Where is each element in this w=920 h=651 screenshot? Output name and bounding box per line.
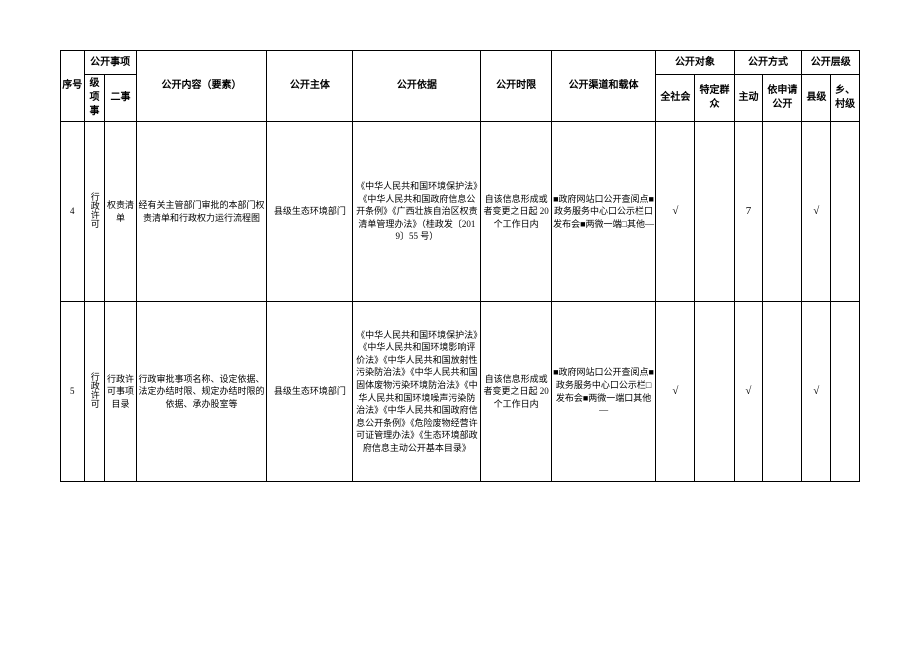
cell-content: 经有关主管部门审批的本部门权责清单和行政权力运行流程图 — [136, 122, 267, 302]
cell-subject: 县级生态环境部门 — [267, 302, 353, 482]
cell-seq: 5 — [61, 302, 85, 482]
cell-l2: 行政许可事项目录 — [105, 302, 136, 482]
cell-subject: 县级生态环境部门 — [267, 122, 353, 302]
header-lv-county: 县级 — [802, 75, 831, 122]
cell-channel: ■政府网站口公开查阅点■政务服务中心口公示栏口发布会■两微一端□其他— — [551, 122, 655, 302]
cell-seq: 4 — [61, 122, 85, 302]
header-m-apply: 依申请公开 — [763, 75, 802, 122]
header-aud-spec: 特定群众 — [695, 75, 734, 122]
cell-basis: 《中华人民共和国环境保护法》《中华人民共和国政府信息公开条例》《广西壮族自治区权… — [353, 122, 481, 302]
table-row: 4 行政许可 权责清单 经有关主管部门审批的本部门权责清单和行政权力运行流程图 … — [61, 122, 860, 302]
header-aud-all: 全社会 — [656, 75, 695, 122]
cell-l2: 权责清单 — [105, 122, 136, 302]
header-time: 公开时限 — [481, 51, 552, 122]
cell-time: 自该信息形成或者变更之日起 20 个工作日内 — [481, 302, 552, 482]
cell-m-apply — [763, 122, 802, 302]
cell-aud-all: √ — [656, 122, 695, 302]
cell-aud-spec — [695, 122, 734, 302]
header-channel: 公开渠道和载体 — [551, 51, 655, 122]
cell-time: 自该信息形成或者变更之日起 20 个工作日内 — [481, 122, 552, 302]
cell-content: 行政审批事项名称、设定依据、法定办结时限、规定办结时限的依据、承办股室等 — [136, 302, 267, 482]
disclosure-table: 序号 公开事项 公开内容（要素） 公开主体 公开依据 公开时限 公开渠道和载体 … — [60, 50, 860, 482]
header-l1: 级项事 — [84, 75, 105, 122]
header-matter-group: 公开事项 — [84, 51, 136, 75]
cell-l1: 行政许可 — [84, 302, 105, 482]
header-subject: 公开主体 — [267, 51, 353, 122]
header-level-group: 公开层级 — [802, 51, 860, 75]
header-method-group: 公开方式 — [734, 51, 802, 75]
cell-aud-spec — [695, 302, 734, 482]
cell-lv-village — [831, 302, 860, 482]
header-basis: 公开依据 — [353, 51, 481, 122]
header-seq: 序号 — [61, 51, 85, 122]
table-row: 5 行政许可 行政许可事项目录 行政审批事项名称、设定依据、法定办结时限、规定办… — [61, 302, 860, 482]
cell-lv-village — [831, 122, 860, 302]
cell-channel: ■政府网站口公开查阅点■政务服务中心口公示栏□发布会■两微一端口其他— — [551, 302, 655, 482]
cell-l1: 行政许可 — [84, 122, 105, 302]
header-content: 公开内容（要素） — [136, 51, 267, 122]
header-m-active: 主动 — [734, 75, 763, 122]
header-l2: 二事 — [105, 75, 136, 122]
cell-basis: 《中华人民共和国环境保护法》《中华人民共和国环境影响评价法》《中华人民共和国放射… — [353, 302, 481, 482]
cell-m-active: √ — [734, 302, 763, 482]
cell-lv-county: √ — [802, 302, 831, 482]
cell-lv-county: √ — [802, 122, 831, 302]
cell-m-apply — [763, 302, 802, 482]
header-audience-group: 公开对象 — [656, 51, 734, 75]
cell-aud-all: √ — [656, 302, 695, 482]
header-lv-village: 乡、村级 — [831, 75, 860, 122]
cell-m-active: 7 — [734, 122, 763, 302]
